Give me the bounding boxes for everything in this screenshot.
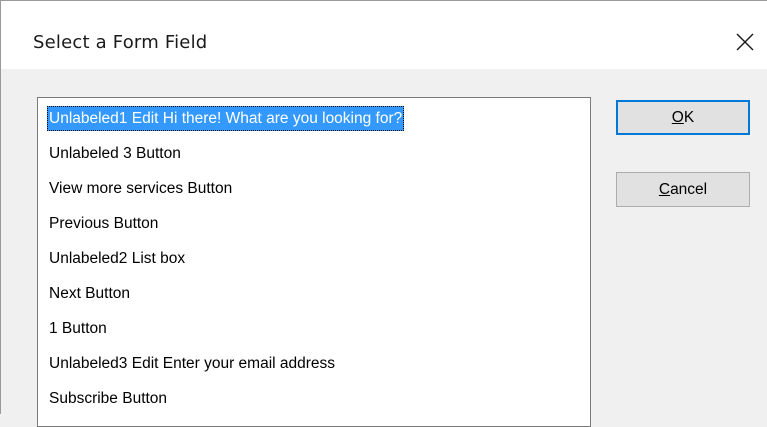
dialog-title: Select a Form Field — [33, 32, 208, 53]
list-item[interactable]: Unlabeled3 Edit Enter your email address — [47, 351, 337, 376]
list-item[interactable]: Previous Button — [47, 211, 160, 236]
ok-label-rest: K — [683, 109, 695, 126]
cancel-button[interactable]: Cancel — [616, 172, 750, 207]
list-item[interactable]: Unlabeled 3 Button — [47, 141, 183, 166]
close-icon — [736, 33, 754, 51]
list-item[interactable]: 1 Button — [47, 316, 109, 341]
cancel-mnemonic: C — [658, 181, 671, 198]
list-item[interactable]: Unlabeled1 Edit Hi there! What are you l… — [47, 106, 405, 131]
select-form-field-dialog: Select a Form Field Unlabeled1 Edit Hi t… — [0, 0, 767, 427]
list-item[interactable]: Next Button — [47, 281, 132, 306]
list-item[interactable]: View more services Button — [47, 176, 234, 201]
cancel-label-rest: ancel — [670, 181, 708, 198]
title-bar: Select a Form Field — [1, 1, 767, 69]
ok-mnemonic: O — [671, 109, 684, 126]
close-button[interactable] — [727, 23, 763, 59]
list-item[interactable]: Subscribe Button — [47, 386, 169, 411]
form-field-listbox[interactable]: Unlabeled1 Edit Hi there! What are you l… — [37, 97, 591, 427]
list-item[interactable]: Unlabeled2 List box — [47, 246, 187, 271]
ok-button[interactable]: OK — [616, 100, 750, 135]
